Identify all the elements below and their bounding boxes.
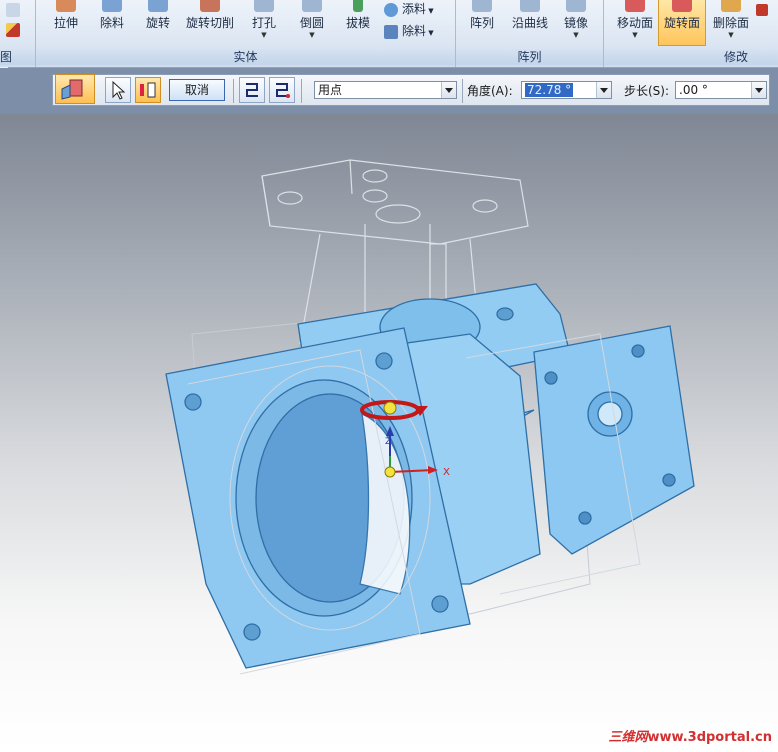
chevron-down-icon[interactable] xyxy=(596,82,611,98)
ribbon-group-left-label: 图 xyxy=(0,49,35,65)
brush-icon[interactable] xyxy=(6,20,24,38)
axis-icon xyxy=(140,82,156,98)
move-face-button[interactable]: 移动面 ▼ xyxy=(612,0,658,46)
command-bar-panel: 取消 用点 角度(A): 72.78 ° 步长(S): .00 ° xyxy=(52,74,770,106)
cursor-icon xyxy=(112,80,126,100)
chevron-down-icon[interactable] xyxy=(441,82,456,98)
valve-body-solid xyxy=(165,283,695,669)
delete-face-icon xyxy=(721,0,741,12)
select-tool-button[interactable] xyxy=(105,77,131,103)
step-forward-icon xyxy=(276,83,290,98)
cut-icon xyxy=(102,0,122,12)
add-material-icon xyxy=(384,2,398,17)
draft-button[interactable]: 拔模 xyxy=(340,0,376,46)
curve-pattern-icon xyxy=(520,0,540,12)
rotate-face-icon xyxy=(672,0,692,12)
step-back-button[interactable] xyxy=(239,77,265,103)
more-icon[interactable] xyxy=(756,0,772,18)
step-forward-button[interactable] xyxy=(269,77,295,103)
watermark: 三维网www.3dportal.cn xyxy=(608,730,773,745)
graphics-viewport[interactable]: X Z 三维网www.3dportal.cn xyxy=(0,114,778,749)
extrude-button[interactable]: 拉伸 xyxy=(48,0,84,46)
hole-icon xyxy=(254,0,274,12)
axis-select-button[interactable] xyxy=(135,77,161,103)
ribbon-group-modify-label: 修改 xyxy=(604,49,778,65)
ribbon-group-solid-label: 实体 xyxy=(36,49,455,65)
angle-label: 角度(A): xyxy=(467,84,513,98)
round-button[interactable]: 倒圆 ▼ xyxy=(292,0,332,46)
step-label: 步长(S): xyxy=(624,84,670,98)
axis-x-label: X xyxy=(443,467,450,478)
select-mode-dropdown[interactable]: 用点 xyxy=(314,81,457,99)
ribbon-group-left: 图 xyxy=(0,0,36,67)
remove-material-icon xyxy=(384,24,398,39)
divider xyxy=(462,79,463,103)
command-bar: 取消 用点 角度(A): 72.78 ° 步长(S): .00 ° xyxy=(0,68,778,114)
chevron-down-icon[interactable]: ▼ xyxy=(612,31,658,39)
cancel-button[interactable]: 取消 xyxy=(169,79,225,101)
ribbon-group-solid: 拉伸 除料 旋转 旋转切削 打孔 ▼ 倒圆 ▼ 拔模 添料 ▼ 除料 ▼ 实体 xyxy=(36,0,456,67)
divider xyxy=(301,79,302,103)
chevron-down-icon[interactable] xyxy=(751,82,766,98)
ribbon-group-modify: 移动面 ▼ 旋转面 删除面 ▼ 修改 xyxy=(604,0,778,67)
delete-face-button[interactable]: 删除面 ▼ xyxy=(708,0,754,46)
mirror-button[interactable]: 镜像 ▼ xyxy=(558,0,594,46)
paste-icon[interactable] xyxy=(6,0,24,18)
extrude-icon xyxy=(56,0,76,12)
mirror-icon xyxy=(566,0,586,12)
chevron-down-icon[interactable]: ▼ xyxy=(292,31,332,39)
revolve-button[interactable]: 旋转 xyxy=(140,0,176,46)
revolve-icon xyxy=(148,0,168,12)
chevron-down-icon[interactable]: ▼ xyxy=(244,31,284,39)
ribbon: 图 拉伸 除料 旋转 旋转切削 打孔 ▼ 倒圆 ▼ 拔模 添料 ▼ 除料 ▼ 实… xyxy=(0,0,778,68)
face-step-icon xyxy=(61,79,83,100)
pattern-icon xyxy=(472,0,492,12)
ribbon-group-pattern: 阵列 沿曲线 镜像 ▼ 阵列 xyxy=(456,0,604,67)
remove-material-button[interactable]: 除料 ▼ xyxy=(384,22,434,40)
rotate-face-button[interactable]: 旋转面 xyxy=(658,0,706,46)
cut-button[interactable]: 除料 xyxy=(94,0,130,46)
angle-input[interactable]: 72.78 ° xyxy=(521,81,612,99)
move-face-icon xyxy=(625,0,645,12)
ribbon-group-pattern-label: 阵列 xyxy=(456,49,603,65)
axis-z-label: Z xyxy=(385,437,391,447)
chevron-down-icon[interactable]: ▼ xyxy=(558,31,594,39)
revolve-cut-icon xyxy=(200,0,220,12)
step-input[interactable]: .00 ° xyxy=(675,81,767,99)
step-back-icon xyxy=(246,83,258,97)
hole-button[interactable]: 打孔 ▼ xyxy=(244,0,284,46)
revolve-cut-button[interactable]: 旋转切削 xyxy=(182,0,238,46)
pattern-button[interactable]: 阵列 xyxy=(464,0,500,46)
pattern-along-curve-button[interactable]: 沿曲线 xyxy=(508,0,552,46)
draft-icon xyxy=(353,0,363,12)
face-select-button[interactable] xyxy=(55,74,95,104)
chevron-down-icon[interactable]: ▼ xyxy=(708,31,754,39)
valve-body-model[interactable]: X Z xyxy=(0,114,778,749)
round-icon xyxy=(302,0,322,12)
add-material-button[interactable]: 添料 ▼ xyxy=(384,0,434,18)
divider xyxy=(233,79,234,103)
